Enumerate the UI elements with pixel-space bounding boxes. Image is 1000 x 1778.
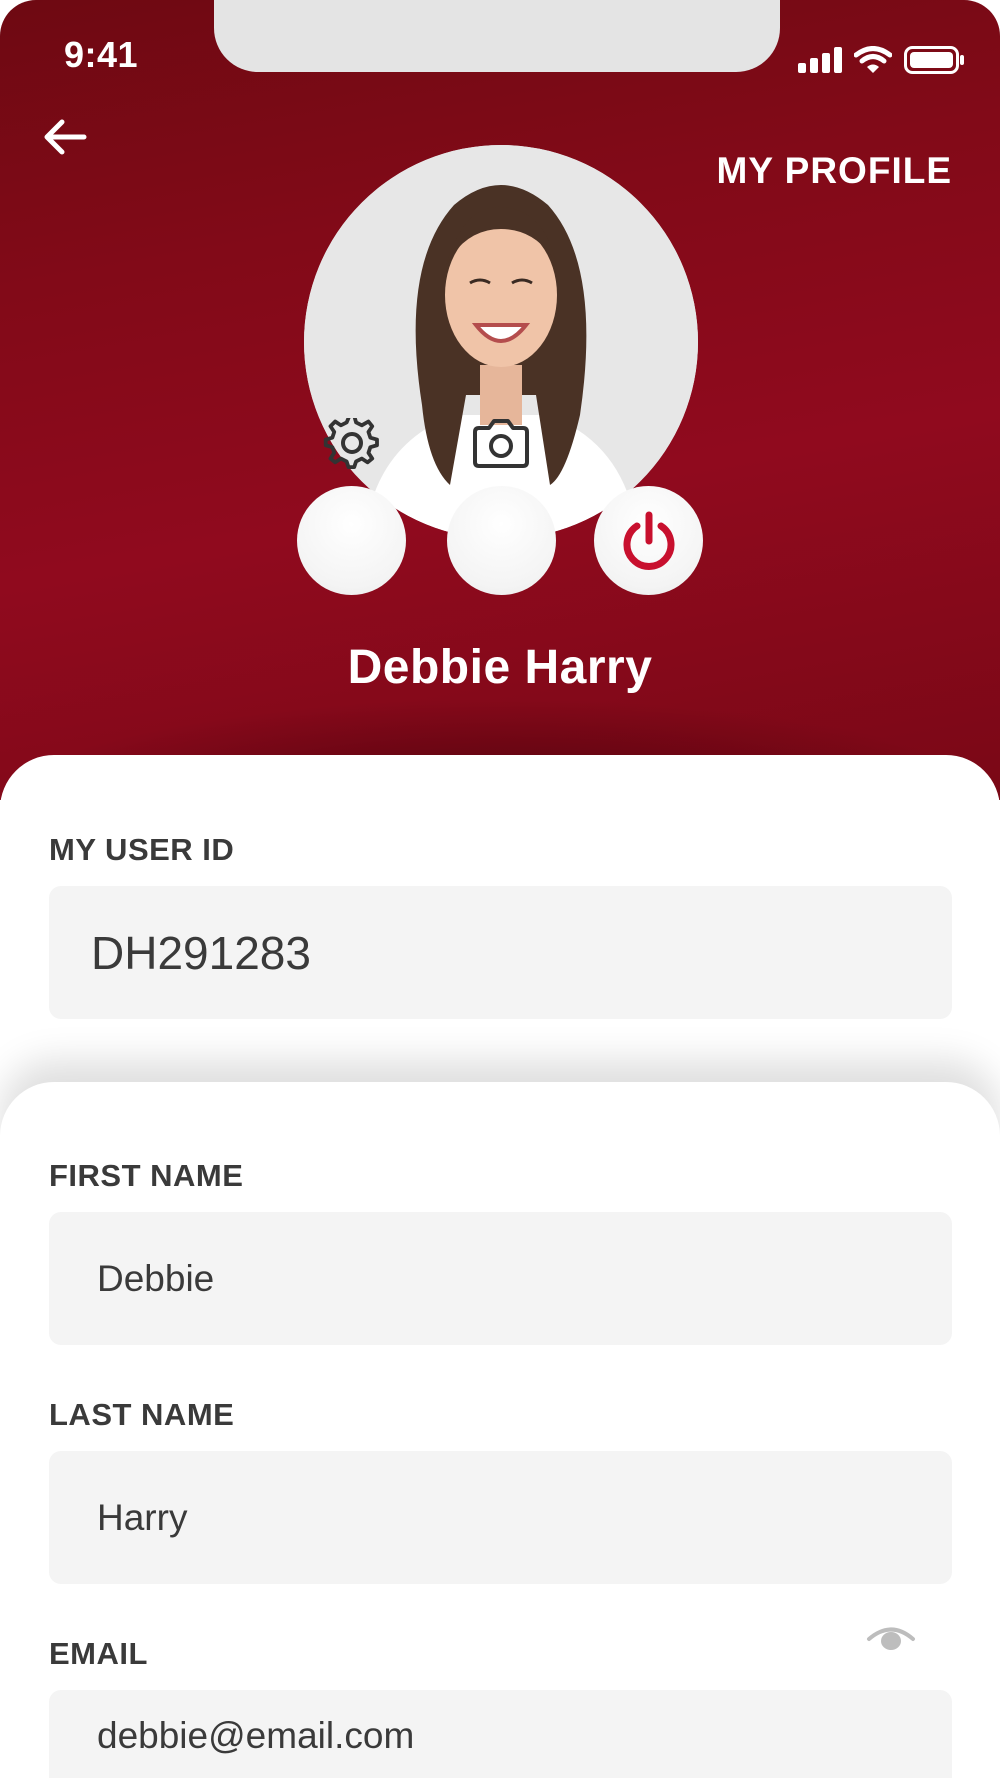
- profile-header: 9:41 MY PROFILE Debbie Harry: [0, 0, 1000, 800]
- first-name-field[interactable]: Debbie: [49, 1212, 952, 1345]
- power-icon: [623, 511, 674, 570]
- user-id-label: MY USER ID: [49, 832, 235, 867]
- eye-icon[interactable]: [866, 1624, 916, 1654]
- avatar-photo: [304, 145, 698, 539]
- signal-icon: [798, 47, 842, 73]
- back-arrow-icon: [44, 119, 87, 155]
- user-id-field[interactable]: DH291283: [49, 886, 952, 1019]
- settings-button[interactable]: [297, 486, 406, 595]
- settings-gear-icon: [323, 418, 379, 470]
- user-name: Debbie Harry: [347, 641, 653, 694]
- camera-button[interactable]: [447, 486, 556, 595]
- camera-icon: [473, 419, 529, 468]
- first-name-label: FIRST NAME: [49, 1158, 244, 1193]
- battery-icon: [904, 46, 964, 74]
- wifi-icon: [854, 46, 892, 73]
- device-notch: [214, 0, 780, 72]
- status-time: 9:41: [64, 34, 139, 75]
- avatar[interactable]: [304, 145, 698, 539]
- status-icons: [798, 46, 964, 74]
- last-name-label: LAST NAME: [49, 1397, 235, 1432]
- email-label: EMAIL: [49, 1636, 148, 1671]
- logout-button[interactable]: [594, 486, 703, 595]
- last-name-field[interactable]: Harry: [49, 1451, 952, 1584]
- email-field[interactable]: debbie@email.com: [49, 1690, 952, 1778]
- back-button[interactable]: [40, 112, 96, 162]
- page-title: MY PROFILE: [716, 150, 952, 191]
